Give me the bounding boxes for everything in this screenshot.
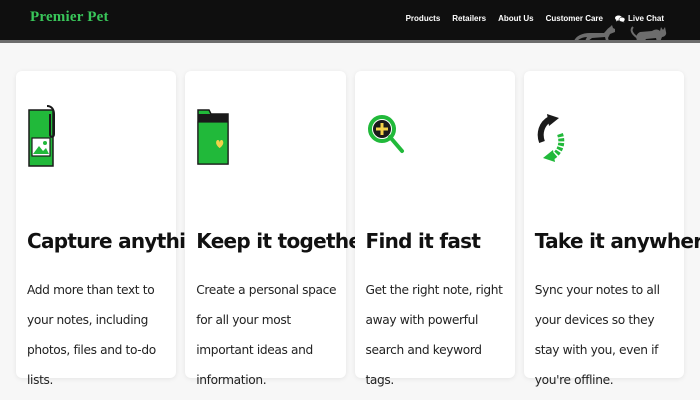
nav-link-products[interactable]: Products [406,14,441,23]
feature-card-search: Find it fast Get the right note, right a… [354,71,515,387]
pet-silhouettes-icon [574,25,667,42]
photo-clip-icon [28,105,55,167]
card-title: Keep it together [196,228,371,253]
card-description: Create a personal space for all your mos… [196,283,337,388]
nav-link-about-us[interactable]: About Us [498,14,534,23]
card-title: Capture anything [27,228,213,253]
folder-icon [197,109,229,165]
card-description: Add more than text to your notes, includ… [27,283,156,388]
feature-card-capture: Capture anything Add more than text to y… [16,71,213,387]
live-chat-button[interactable]: Live Chat [614,14,664,23]
chat-bubbles-icon [614,15,625,23]
nav-link-retailers[interactable]: Retailers [452,14,486,23]
card-description: Get the right note, right away with powe… [365,283,503,388]
feature-card-sync: Take it anywhere Sync your notes to all … [523,71,700,387]
feature-card-organize: Keep it together Create a personal space… [185,71,371,387]
magnifier-icon [367,115,404,153]
sync-arrows-icon [537,114,565,162]
main-nav: Products Retailers About Us Customer Car… [406,14,664,23]
card-description: Sync your notes to all your devices so t… [534,283,660,388]
card-title: Take it anywhere [534,228,700,253]
live-chat-label: Live Chat [627,14,664,23]
features-section: Capture anything Add more than text to y… [16,71,700,387]
brand-logo[interactable]: Premier Pet [30,9,109,26]
card-title: Find it fast [365,228,481,253]
nav-link-customer-care[interactable]: Customer Care [546,14,603,23]
site-header: Premier Pet Products Retailers About Us … [0,0,700,43]
